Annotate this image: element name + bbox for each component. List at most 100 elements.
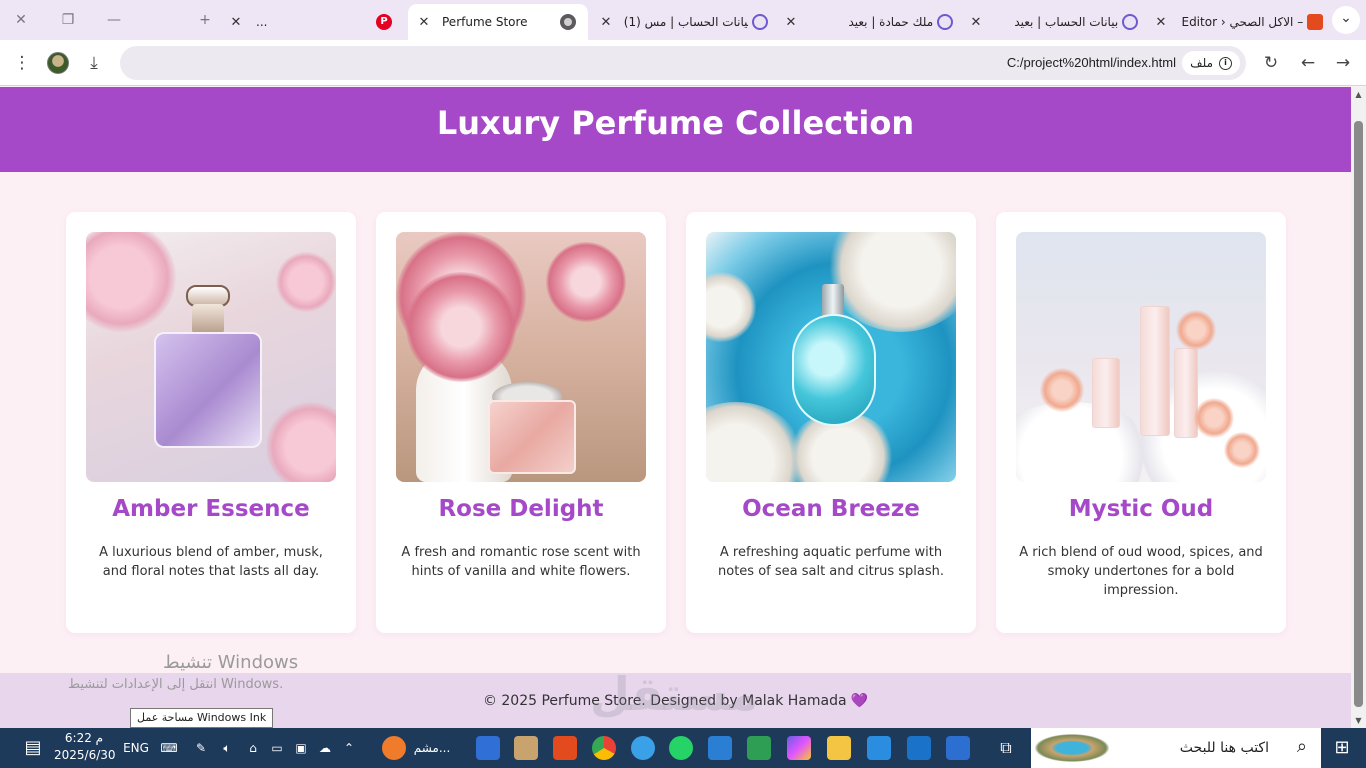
tab-account-data-1[interactable]: ✕ (1) بيانات الحساب | مس [598, 4, 768, 40]
network-icon[interactable]: ⌂ [242, 736, 264, 760]
close-tab-icon[interactable]: ✕ [783, 15, 799, 30]
snipping-tool-icon[interactable] [476, 736, 500, 760]
tab-pinterest[interactable]: ✕ ... P [228, 4, 403, 40]
copilot-icon[interactable] [787, 736, 811, 760]
profile-avatar[interactable] [47, 52, 69, 74]
tab-title: بيانات الحساب | بعيد [1014, 15, 1119, 29]
minimize-window-icon[interactable]: — [101, 8, 127, 32]
nt-icon [937, 14, 953, 30]
tab-title: Editor › الاكل الصحي – [1181, 15, 1304, 29]
tab-editor[interactable]: ✕ Editor › الاكل الصحي – [1153, 4, 1323, 40]
product-card: Rose Delight A fresh and romantic rose s… [376, 212, 666, 633]
action-center-icon[interactable]: ▤ [20, 736, 46, 760]
show-hidden-icons[interactable]: ⌃ [338, 736, 360, 760]
tab-title: ملك حمادة | بعيد [848, 15, 934, 29]
forward-icon[interactable]: → [1331, 51, 1355, 75]
close-tab-icon[interactable]: ✕ [228, 15, 244, 30]
volume-icon[interactable]: 🔈︎ [216, 736, 238, 760]
onedrive-icon[interactable]: ☁ [314, 736, 336, 760]
search-placeholder: اكتب هنا للبحث [1179, 740, 1269, 756]
address-bar[interactable]: C:/project%20html/index.html ملف i [120, 46, 1246, 80]
task-view-icon[interactable]: ⧉ [994, 736, 1018, 760]
outlook-icon[interactable] [907, 736, 931, 760]
purple-heart-icon: 💜 [850, 693, 869, 709]
nt-icon [1122, 14, 1138, 30]
excel-icon[interactable] [747, 736, 771, 760]
language-indicator[interactable]: ENG [120, 736, 152, 760]
system-clock[interactable]: 6:22 م 2025/6/30 [54, 730, 116, 764]
meet-now-icon[interactable]: ▣ [290, 736, 312, 760]
new-tab-button[interactable]: + [192, 8, 218, 32]
search-highlight-image [1035, 734, 1109, 762]
scroll-down-icon[interactable]: ▼ [1351, 713, 1366, 728]
back-icon[interactable]: ← [1296, 51, 1320, 75]
battery-icon[interactable]: ▭ [266, 736, 288, 760]
clock-date: 2025/6/30 [54, 748, 116, 762]
close-tab-icon[interactable]: ✕ [1153, 15, 1169, 30]
product-description: A rich blend of oud wood, spices, and sm… [1019, 545, 1263, 598]
folder-icon[interactable] [827, 736, 851, 760]
product-image-rose [396, 232, 646, 482]
tab-account-data-2[interactable]: ✕ بيانات الحساب | بعيد [968, 4, 1138, 40]
download-icon[interactable]: ⤓ [82, 51, 106, 75]
tab-title: ... [256, 15, 268, 29]
globe-icon [560, 14, 576, 30]
close-tab-icon[interactable]: ✕ [598, 15, 614, 30]
menu-icon[interactable]: ⋮ [10, 51, 34, 75]
product-name: Amber Essence [112, 496, 310, 522]
tab-title: Perfume Store [442, 15, 528, 29]
tab-malak-hamada[interactable]: ✕ ملك حمادة | بعيد [783, 4, 953, 40]
chrome-icon[interactable] [592, 736, 616, 760]
product-card: Amber Essence A luxurious blend of amber… [66, 212, 356, 633]
scroll-thumb[interactable] [1354, 121, 1363, 707]
search-icon: ⌕ [1296, 736, 1307, 757]
close-tab-icon[interactable]: ✕ [968, 15, 984, 30]
chip-label: ملف [1190, 56, 1213, 70]
close-tab-icon[interactable]: ✕ [416, 15, 432, 30]
tab-strip: ✕ ❐ — + ✕ ... P ✕ Perfume Store ✕ (1) بي… [0, 0, 1366, 40]
taskbar-search[interactable]: اكتب هنا للبحث ⌕ [1031, 728, 1321, 768]
windows-start-icon[interactable]: ⊞ [1330, 736, 1354, 760]
address-url[interactable]: C:/project%20html/index.html [1007, 46, 1176, 80]
restore-window-icon[interactable]: ❐ [55, 8, 81, 32]
photos-icon[interactable] [867, 736, 891, 760]
product-card: Ocean Breeze A refreshing aquatic perfum… [686, 212, 976, 633]
windows-activation-title: تنشيط Windows [163, 652, 299, 673]
nt-icon [752, 14, 768, 30]
edge-icon[interactable] [631, 736, 655, 760]
site-info-chip[interactable]: ملف i [1182, 51, 1240, 75]
keyboard-icon[interactable]: ⌨ [156, 736, 182, 760]
product-name: Mystic Oud [1068, 496, 1214, 522]
store-icon[interactable] [946, 736, 970, 760]
scroll-up-icon[interactable]: ▲ [1351, 87, 1366, 102]
whatsapp-icon[interactable] [669, 736, 693, 760]
windows-taskbar: ▤ 6:22 م 2025/6/30 ENG ⌨ ✎ 🔈︎ ⌂ ▭ ▣ ☁ ⌃ … [0, 728, 1366, 768]
file-explorer-running-icon[interactable] [514, 736, 538, 760]
tab-title: (1) بيانات الحساب | مس [623, 15, 749, 29]
windows-ink-icon[interactable]: ✎ [190, 736, 212, 760]
pinterest-icon: P [376, 14, 392, 30]
vertical-scrollbar[interactable]: ▲ ▼ [1351, 87, 1366, 728]
site-header: Luxury Perfume Collection [0, 87, 1351, 172]
product-description: A refreshing aquatic perfume with notes … [718, 545, 944, 579]
xampp-icon [1307, 14, 1323, 30]
close-window-icon[interactable]: ✕ [8, 8, 34, 32]
product-description: A luxurious blend of amber, musk, and fl… [99, 545, 323, 579]
product-name: Rose Delight [438, 496, 604, 522]
windows-activation-subtitle: انتقل إلى الإعدادات لتنشيط Windows. [68, 677, 284, 692]
tab-perfume-store[interactable]: ✕ Perfume Store [408, 4, 588, 40]
xampp-icon[interactable] [553, 736, 577, 760]
weather-app-icon[interactable] [382, 736, 406, 760]
vscode-icon[interactable] [708, 736, 732, 760]
product-image-oud [1016, 232, 1266, 482]
product-image-ocean [706, 232, 956, 482]
mostaql-watermark: مستقل [590, 667, 759, 721]
product-description: A fresh and romantic rose scent with hin… [401, 545, 641, 579]
product-name: Ocean Breeze [742, 496, 920, 522]
tab-search-icon[interactable]: ⌄ [1332, 6, 1360, 34]
reload-icon[interactable]: ↻ [1259, 51, 1283, 75]
page-viewport: Luxury Perfume Collection Amber Essence … [0, 87, 1351, 728]
info-icon: i [1219, 56, 1232, 70]
product-card: Mystic Oud A rich blend of oud wood, spi… [996, 212, 1286, 633]
taskbar-app-label[interactable]: مشم... [410, 736, 454, 760]
